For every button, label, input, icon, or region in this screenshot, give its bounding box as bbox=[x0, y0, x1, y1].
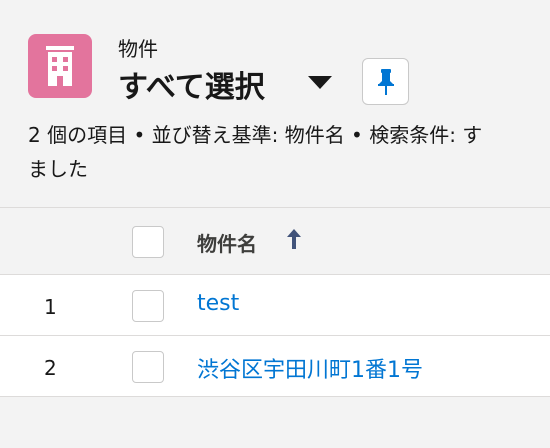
records-table: 物件名 1 test 2 渋谷区宇田川町1番1号 bbox=[0, 208, 550, 397]
arrow-up-icon[interactable] bbox=[285, 228, 303, 250]
summary-line-2: ました bbox=[28, 157, 88, 181]
list-view-header: 物件 すべて選択 2 個の項目 • 並び替え基準: 物件名 • 検索条件: す … bbox=[0, 0, 550, 208]
caret-down-icon[interactable] bbox=[308, 76, 332, 89]
table-header-row: 物件名 bbox=[0, 208, 550, 275]
row-checkbox[interactable] bbox=[132, 351, 164, 383]
select-all-checkbox[interactable] bbox=[132, 226, 164, 258]
table-row: 1 test bbox=[0, 275, 550, 336]
empty-area bbox=[0, 397, 550, 448]
pin-list-view-button[interactable] bbox=[362, 58, 409, 105]
table-row: 2 渋谷区宇田川町1番1号 bbox=[0, 336, 550, 397]
pin-icon bbox=[378, 69, 394, 95]
summary-line-1: 2 個の項目 • 並び替え基準: 物件名 • 検索条件: す bbox=[28, 123, 483, 147]
object-name: 物件 bbox=[118, 37, 158, 61]
building-icon bbox=[28, 34, 92, 98]
list-view-title[interactable]: すべて選択 bbox=[118, 62, 265, 106]
row-checkbox[interactable] bbox=[132, 290, 164, 322]
column-header-name[interactable]: 物件名 bbox=[197, 228, 257, 257]
record-link[interactable]: test bbox=[197, 291, 239, 316]
record-link[interactable]: 渋谷区宇田川町1番1号 bbox=[197, 352, 423, 384]
row-number: 1 bbox=[44, 295, 57, 319]
list-summary: 2 個の項目 • 並び替え基準: 物件名 • 検索条件: す ました bbox=[28, 118, 550, 186]
row-number: 2 bbox=[44, 356, 57, 380]
